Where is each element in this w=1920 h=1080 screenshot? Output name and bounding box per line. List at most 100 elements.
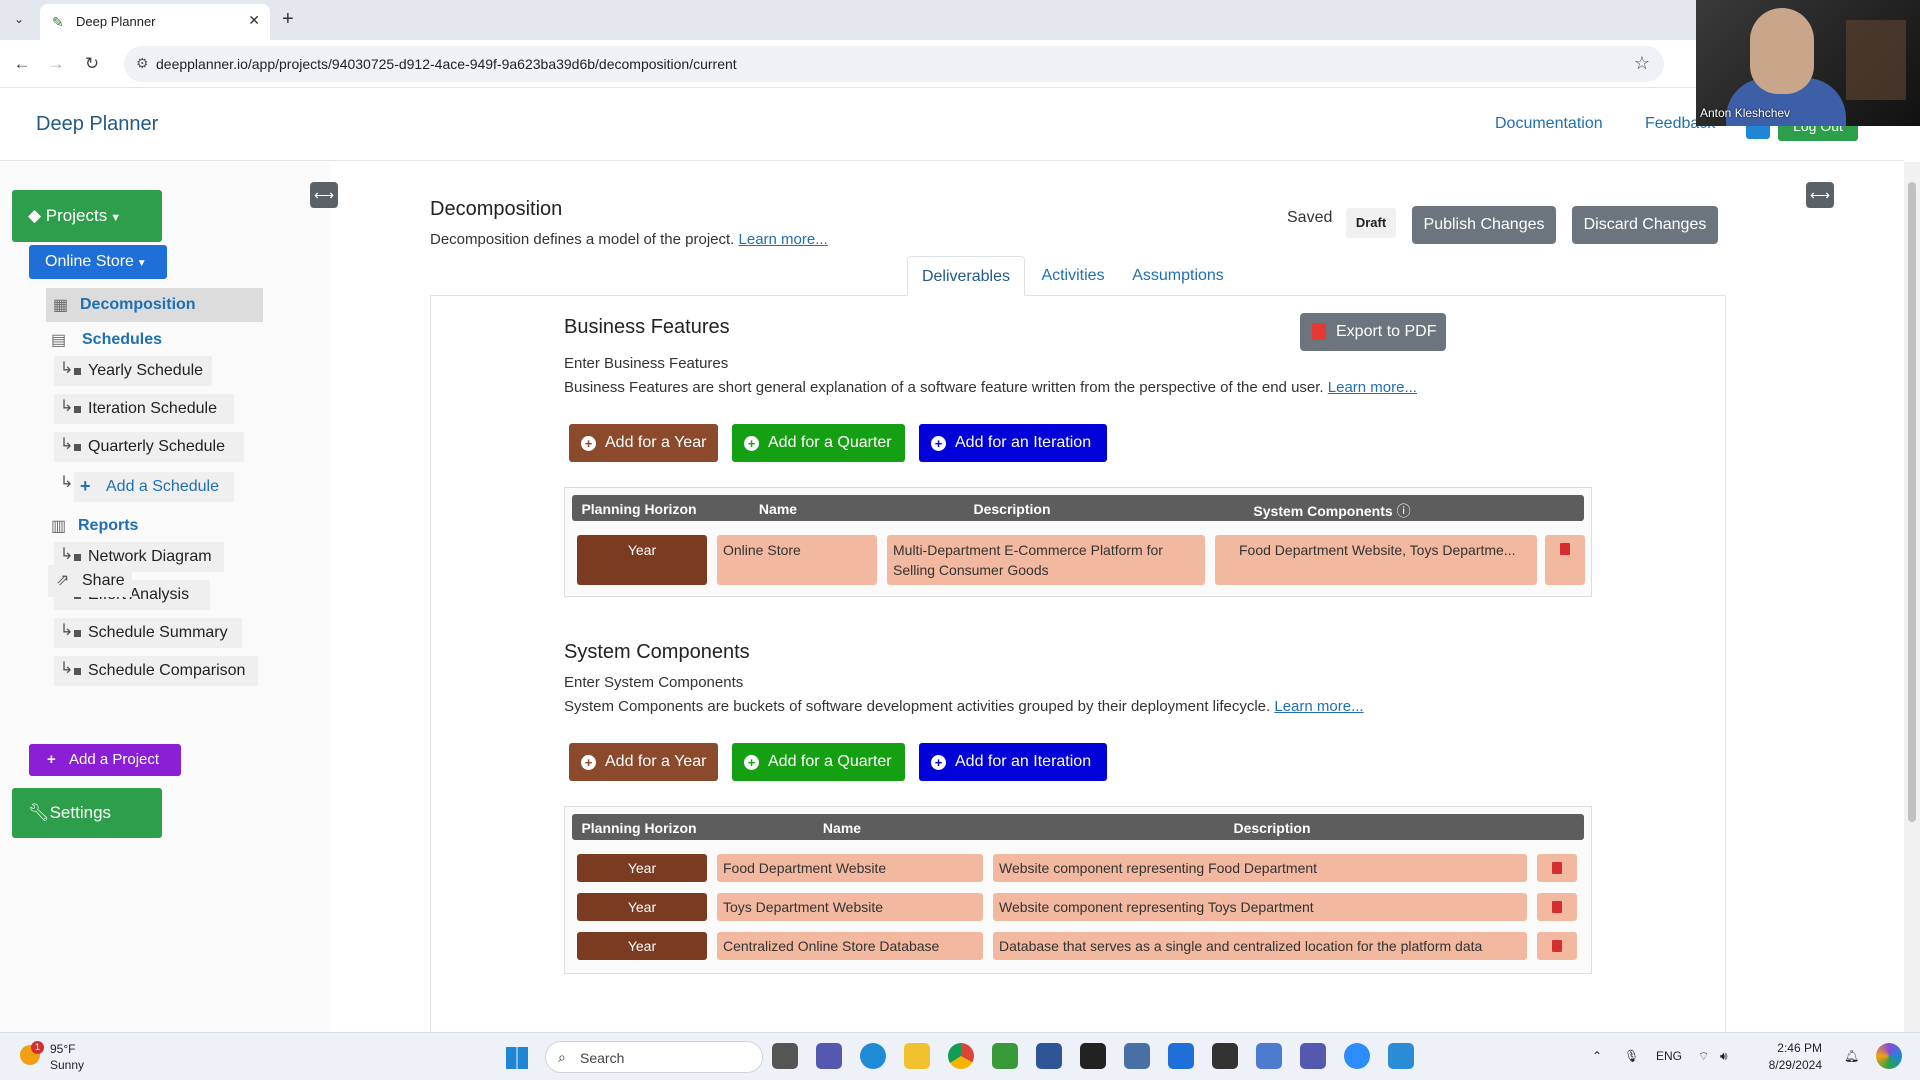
file-explorer-icon[interactable] <box>904 1043 930 1069</box>
sc-name-cell[interactable]: Centralized Online Store Database <box>717 932 983 960</box>
tab-search-icon[interactable]: ⌄ <box>8 8 30 30</box>
share-button[interactable]: ⇗ Share <box>48 565 132 597</box>
sc-description-cell[interactable]: Website component representing Toys Depa… <box>993 893 1527 921</box>
bf-add-quarter-button[interactable]: + Add for a Quarter <box>732 424 905 462</box>
tab-deliverables[interactable]: Deliverables <box>907 256 1025 296</box>
discard-changes-button[interactable]: Discard Changes <box>1572 206 1718 244</box>
bf-horizon-cell[interactable]: Year <box>577 535 707 585</box>
collapse-sidebar-icon[interactable]: ⟷ <box>310 182 338 208</box>
new-tab-icon[interactable]: + <box>282 8 294 30</box>
brand-logo[interactable]: Deep Planner <box>36 113 158 136</box>
clock-date[interactable]: 8/29/2024 <box>1756 1058 1822 1072</box>
browser-tab[interactable]: ✎ Deep Planner ✕ <box>40 4 270 40</box>
sc-horizon-cell[interactable]: Year <box>577 854 707 882</box>
sc-name-cell[interactable]: Toys Department Website <box>717 893 983 921</box>
sc-add-iteration-button[interactable]: + Add for an Iteration <box>919 743 1107 781</box>
language-indicator[interactable]: ENG <box>1656 1049 1682 1063</box>
publish-changes-button[interactable]: Publish Changes <box>1412 206 1556 244</box>
col-planning-horizon: Planning Horizon <box>581 501 697 517</box>
weather-condition[interactable]: Sunny <box>50 1058 84 1072</box>
sc-description-cell[interactable]: Website component representing Food Depa… <box>993 854 1527 882</box>
wifi-icon[interactable]: ⌔ <box>1698 1049 1709 1064</box>
bookmark-star-icon[interactable]: ☆ <box>1634 53 1650 74</box>
sc-add-quarter-button[interactable]: + Add for a Quarter <box>732 743 905 781</box>
add-project-button[interactable]: + Add a Project <box>29 744 181 776</box>
app-icon[interactable] <box>1212 1043 1238 1069</box>
sc-horizon-cell[interactable]: Year <box>577 932 707 960</box>
address-bar[interactable]: ⚙ deepplanner.io/app/projects/94030725-d… <box>124 46 1664 82</box>
app-icon[interactable] <box>992 1043 1018 1069</box>
description-text: Decomposition defines a model of the pro… <box>430 231 735 248</box>
taskbar-search[interactable]: ⌕ Search <box>545 1041 763 1073</box>
sc-add-year-button[interactable]: + Add for a Year <box>569 743 718 781</box>
vscode-icon[interactable] <box>1168 1043 1194 1069</box>
sidebar-item-iteration-schedule[interactable]: ↳ Iteration Schedule <box>54 394 234 424</box>
help-icon[interactable]: ⓘ <box>1397 503 1411 519</box>
sidebar-item-yearly-schedule[interactable]: ↳ Yearly Schedule <box>54 356 212 386</box>
bf-learn-more-link[interactable]: Learn more... <box>1328 379 1417 396</box>
bf-components-cell[interactable]: Food Department Website, Toys Departme..… <box>1215 535 1537 585</box>
saved-status: Saved <box>1287 209 1333 226</box>
sc-delete-button[interactable] <box>1537 854 1577 882</box>
sc-learn-more-link[interactable]: Learn more... <box>1274 698 1363 715</box>
add-schedule-link[interactable]: + Add a Schedule <box>74 472 234 502</box>
sc-horizon-cell[interactable]: Year <box>577 893 707 921</box>
microphone-icon[interactable]: 🎙︎ <box>1624 1049 1639 1063</box>
terminal-icon[interactable] <box>1080 1043 1106 1069</box>
reports-icon: ▥ <box>51 518 67 535</box>
bf-name-cell[interactable]: Online Store <box>717 535 877 585</box>
back-icon[interactable]: ← <box>10 52 34 76</box>
scrollbar-thumb[interactable] <box>1908 182 1916 822</box>
app-icon[interactable] <box>1036 1043 1062 1069</box>
sidebar-item-schedule-comparison[interactable]: ↳ Schedule Comparison <box>54 656 258 686</box>
volume-icon[interactable]: 🔊︎ <box>1720 1049 1728 1064</box>
sidebar-label-decomposition[interactable]: Decomposition <box>80 296 196 314</box>
sidebar-item-reports[interactable]: Reports <box>78 517 138 535</box>
sc-name-cell[interactable]: Food Department Website <box>717 854 983 882</box>
chevron-up-icon[interactable]: ⌃ <box>1592 1049 1602 1063</box>
edge-icon[interactable] <box>860 1043 886 1069</box>
reload-icon[interactable]: ↻ <box>80 52 104 76</box>
windows-start-icon[interactable] <box>506 1047 528 1069</box>
chrome-icon[interactable] <box>948 1043 974 1069</box>
documentation-link[interactable]: Documentation <box>1495 115 1603 133</box>
copilot-icon[interactable] <box>1876 1043 1902 1069</box>
tab-assumptions[interactable]: Assumptions <box>1126 256 1230 296</box>
browser-tab-bar: ⌄ ✎ Deep Planner ✕ + <box>0 0 1920 40</box>
sidebar-item-schedules[interactable]: Schedules <box>82 331 162 349</box>
bf-add-year-button[interactable]: + Add for a Year <box>569 424 718 462</box>
teams-icon[interactable] <box>816 1043 842 1069</box>
task-view-icon[interactable] <box>772 1043 798 1069</box>
forward-icon[interactable]: → <box>44 52 68 76</box>
bf-description-cell[interactable]: Multi-Department E-Commerce Platform for… <box>887 535 1205 585</box>
site-info-icon[interactable]: ⚙ <box>136 55 149 72</box>
sidebar-item-schedule-summary[interactable]: ↳ Schedule Summary <box>54 618 242 648</box>
business-features-enter: Enter Business Features <box>564 355 729 372</box>
notification-bell-icon[interactable]: 🔔︎ <box>1844 1049 1859 1063</box>
calculator-icon[interactable] <box>1124 1043 1150 1069</box>
learn-more-link[interactable]: Learn more... <box>739 231 828 248</box>
url-text[interactable]: deepplanner.io/app/projects/94030725-d91… <box>156 56 737 72</box>
bf-add-iteration-button[interactable]: + Add for an Iteration <box>919 424 1107 462</box>
caret-down-icon: ▼ <box>107 212 122 224</box>
sc-description-cell[interactable]: Database that serves as a single and cen… <box>993 932 1527 960</box>
clock-time[interactable]: 2:46 PM <box>1756 1041 1822 1055</box>
app-icon[interactable] <box>1388 1043 1414 1069</box>
zoom-icon[interactable] <box>1344 1043 1370 1069</box>
teams-chat-icon[interactable] <box>1300 1043 1326 1069</box>
tab-activities[interactable]: Activities <box>1030 256 1116 296</box>
collapse-right-panel-icon[interactable]: ⟷ <box>1806 182 1834 208</box>
page-description: Decomposition defines a model of the pro… <box>430 231 828 248</box>
weather-temperature[interactable]: 95°F <box>50 1042 75 1056</box>
sc-delete-button[interactable] <box>1537 932 1577 960</box>
sc-delete-button[interactable] <box>1537 893 1577 921</box>
sidebar-item-quarterly-schedule[interactable]: ↳ Quarterly Schedule <box>54 432 244 462</box>
export-pdf-button[interactable]: Export to PDF <box>1300 313 1446 351</box>
projects-dropdown[interactable]: ◆ Projects ▼ <box>12 190 162 242</box>
settings-button[interactable]: 🔧︎Settings <box>12 788 162 838</box>
close-tab-icon[interactable]: ✕ <box>248 12 260 29</box>
app-icon[interactable] <box>1256 1043 1282 1069</box>
bf-delete-button[interactable] <box>1545 535 1585 585</box>
page-scrollbar[interactable] <box>1904 162 1920 1032</box>
project-selector[interactable]: Online Store ▼ <box>29 245 167 279</box>
